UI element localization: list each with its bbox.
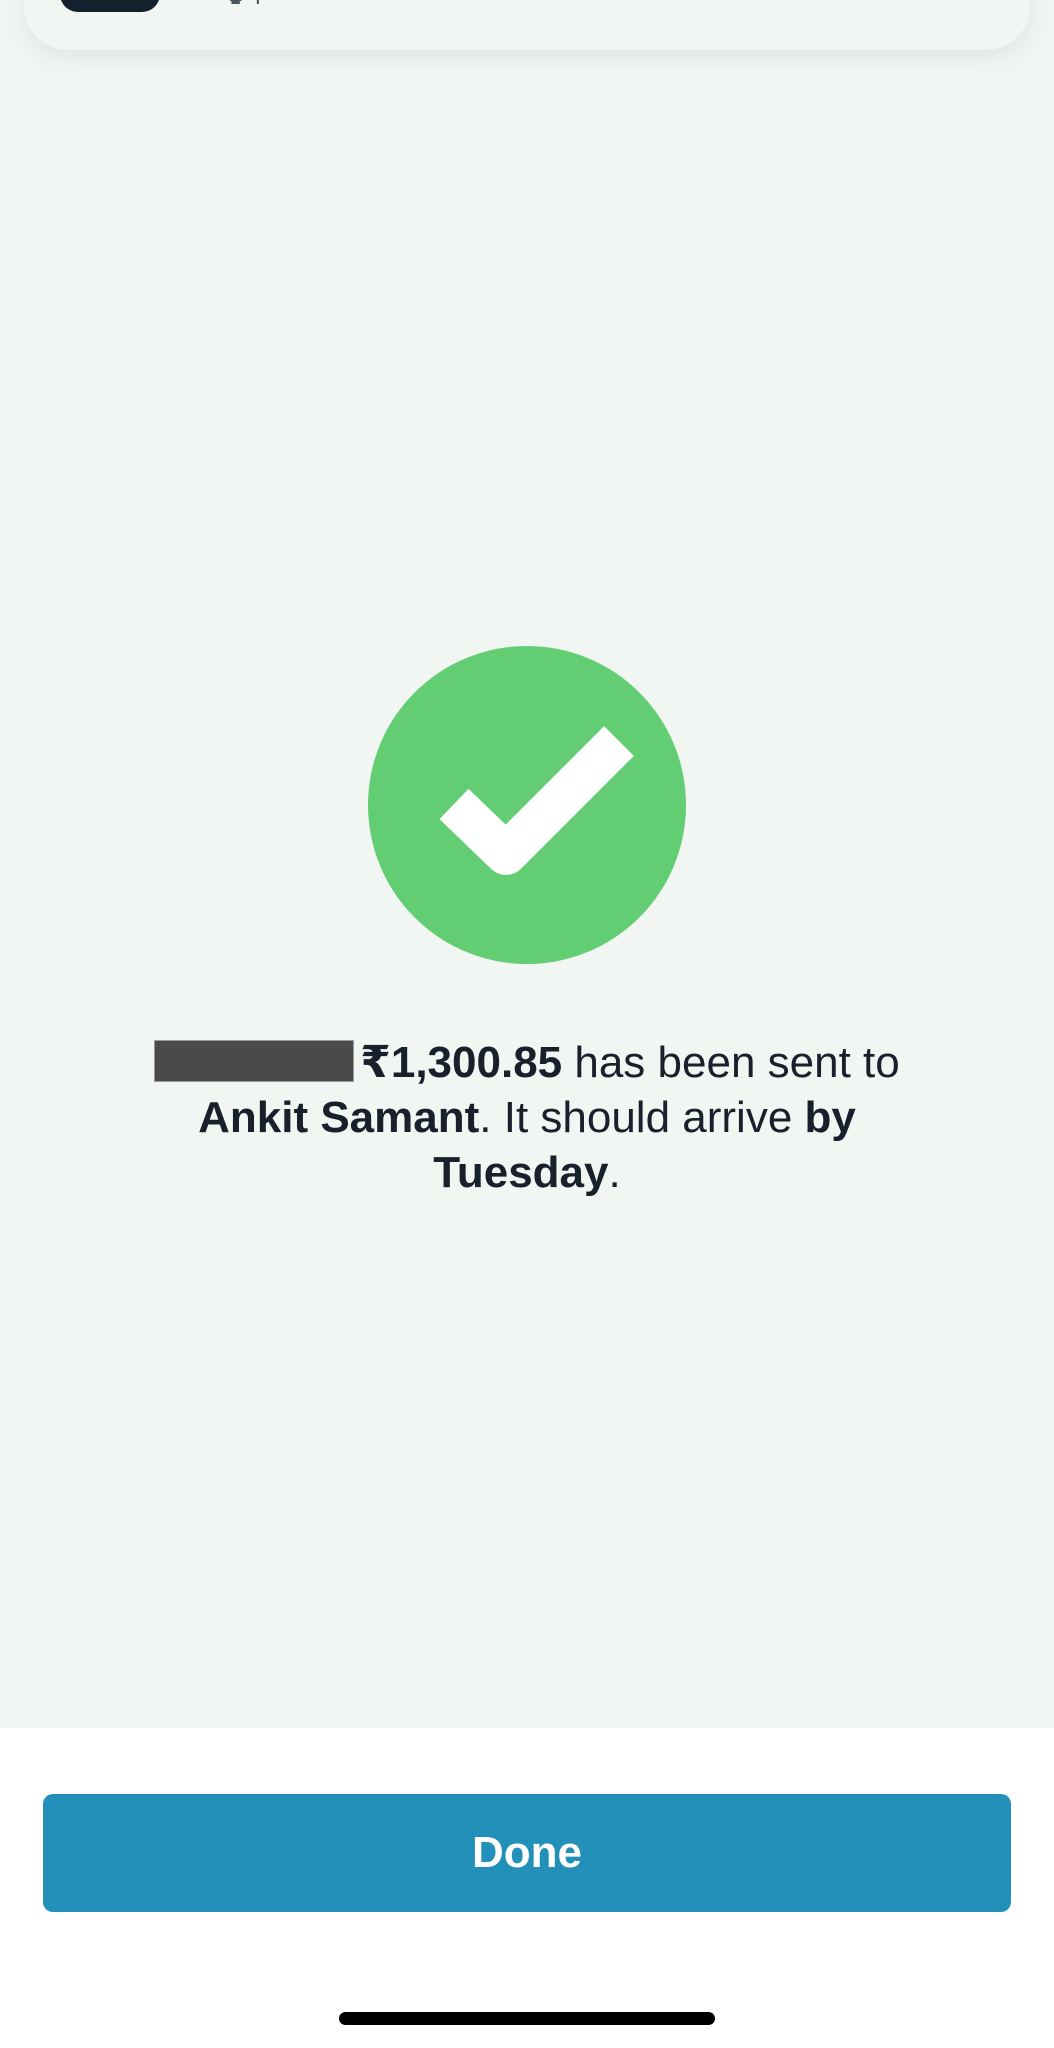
- footer: Done: [0, 1728, 1054, 2048]
- redacted-block: [154, 1040, 355, 1082]
- payment-success-screen: ★ | ₹1,300.85 has been sent to Ankit Sam…: [0, 0, 1054, 2048]
- message-end: .: [608, 1148, 621, 1197]
- checkmark-icon: [439, 726, 634, 875]
- amount: ₹1,300.85: [360, 1038, 563, 1087]
- message-sent-text: has been sent to: [562, 1038, 900, 1087]
- done-button[interactable]: Done: [43, 1794, 1011, 1912]
- main-content: ★ | ₹1,300.85 has been sent to Ankit Sam…: [0, 0, 1054, 1728]
- card-partial-text: ★ |: [224, 0, 261, 4]
- home-indicator[interactable]: [339, 2012, 715, 2025]
- recipient-name: Ankit Samant: [198, 1093, 480, 1142]
- top-card: ★ |: [24, 0, 1030, 50]
- confirmation-message: ₹1,300.85 has been sent to Ankit Samant.…: [100, 1035, 954, 1200]
- card-avatar: [60, 0, 160, 12]
- success-badge: [368, 646, 686, 964]
- message-arrive-text: . It should arrive: [479, 1093, 805, 1142]
